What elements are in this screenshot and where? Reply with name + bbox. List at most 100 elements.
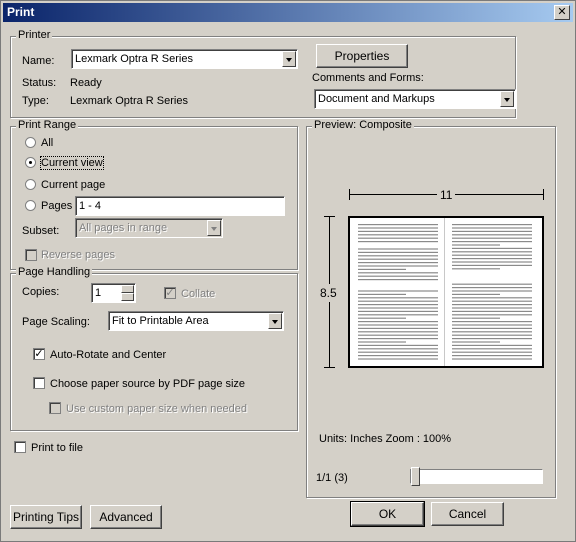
print-to-file-checkbox[interactable] [14,441,26,453]
collate-checkbox[interactable]: ✓ [164,287,176,299]
preview-text-line [452,307,532,309]
preview-text-line [358,358,438,360]
printing-tips-button[interactable]: Printing Tips [10,505,82,529]
copies-down-arrow[interactable] [121,293,134,301]
comments-forms-select[interactable]: Document and Markups [314,89,516,109]
preview-text-line [452,317,500,319]
preview-text-line [452,230,532,232]
copies-stepper[interactable]: 1 [91,283,136,303]
preview-text-line [452,355,532,357]
printer-name-select[interactable]: Lexmark Optra R Series [71,49,298,69]
preview-text-line [452,244,500,246]
preview-text-line [452,251,532,253]
page-scaling-select[interactable]: Fit to Printable Area [108,311,284,331]
subset-label: Subset: [22,225,60,237]
copies-up-arrow[interactable] [121,285,134,293]
preview-text-line [358,314,438,316]
width-dimension-tick-right [543,189,544,200]
auto-rotate-label[interactable]: Auto-Rotate and Center [50,349,166,361]
preview-text-line [358,355,438,357]
close-button[interactable]: ✕ [554,5,570,20]
reverse-pages-checkbox[interactable] [25,249,37,261]
chevron-down-icon[interactable] [268,313,282,329]
print-range-legend: Print Range [16,119,79,131]
properties-button[interactable]: Properties [316,44,408,68]
radio-all-label[interactable]: All [41,137,53,149]
preview-text-line [358,351,438,353]
preview-left-page [358,224,438,360]
radio-current-view-label[interactable]: Current view [40,156,104,170]
preview-text-line [358,241,438,243]
preview-text-line [452,314,532,316]
comments-forms-label: Comments and Forms: [312,72,424,84]
preview-right-page [452,224,532,360]
preview-text-line [358,268,406,270]
preview-text-line [452,234,532,236]
preview-text-line [452,310,532,312]
preview-text-line [452,304,532,306]
custom-paper-checkbox[interactable] [49,402,61,414]
radio-pages[interactable] [25,200,36,211]
preview-text-line [452,331,532,333]
copies-value: 1 [95,287,102,299]
preview-text-line [358,258,438,260]
radio-pages-label[interactable]: Pages [41,200,72,212]
preview-text-line [358,248,438,250]
width-dimension-tick-left [349,189,350,200]
preview-text-line [452,283,532,285]
radio-current-view[interactable] [25,157,36,168]
preview-text-line [358,234,438,236]
preview-text-line [452,334,532,336]
preview-text-line [358,317,406,319]
advanced-button[interactable]: Advanced [90,505,162,529]
printer-type-label: Type: [22,95,49,107]
preview-legend: Preview: Composite [312,119,414,131]
preview-text-line [358,230,438,232]
radio-all[interactable] [25,137,36,148]
paper-source-label[interactable]: Choose paper source by PDF page size [50,378,245,390]
preview-text-line [452,264,532,266]
preview-text-line [452,258,532,260]
preview-text-line [452,324,532,326]
preview-text-line [452,321,532,323]
preview-text-line [358,262,438,264]
width-dimension-value: 11 [437,188,456,202]
printer-type-value: Lexmark Optra R Series [70,95,188,107]
preview-text-line [358,272,438,274]
radio-current-page-label[interactable]: Current page [41,179,105,191]
preview-text-line [452,224,532,226]
chevron-down-icon[interactable] [207,220,221,236]
preview-text-line [452,327,532,329]
printer-name-value: Lexmark Optra R Series [75,53,193,65]
height-dimension-value: 8.5 [320,284,337,302]
preview-text-line [358,321,438,323]
paper-source-checkbox[interactable] [33,377,45,389]
comments-forms-value: Document and Markups [318,93,435,105]
slider-thumb[interactable] [411,467,420,486]
preview-text-line [358,300,438,302]
auto-rotate-checkbox[interactable]: ✓ [33,348,45,360]
preview-text-line [358,237,438,239]
height-dimension-tick-top [324,216,335,217]
preview-text-line [452,300,532,302]
print-to-file-label[interactable]: Print to file [31,442,83,454]
ok-button[interactable]: OK [351,502,424,526]
title-bar[interactable]: Print ✕ [3,3,573,22]
preview-text-line [358,290,438,292]
preview-text-line [452,348,532,350]
cancel-button[interactable]: Cancel [431,502,504,526]
chevron-down-icon[interactable] [500,91,514,107]
preview-text-line [358,341,406,343]
pages-input[interactable]: 1 - 4 [75,196,285,216]
chevron-down-icon[interactable] [282,51,296,67]
subset-select[interactable]: All pages in range [75,218,223,238]
printer-status-label: Status: [22,77,57,89]
preview-text-line [452,254,532,256]
preview-page-slider[interactable] [410,467,543,486]
page-counter: 1/1 (3) [316,472,348,484]
preview-text-line [452,341,500,343]
preview-text-line [358,348,438,350]
preview-text-line [358,331,438,333]
preview-text-line [452,290,532,292]
radio-current-page[interactable] [25,179,36,190]
